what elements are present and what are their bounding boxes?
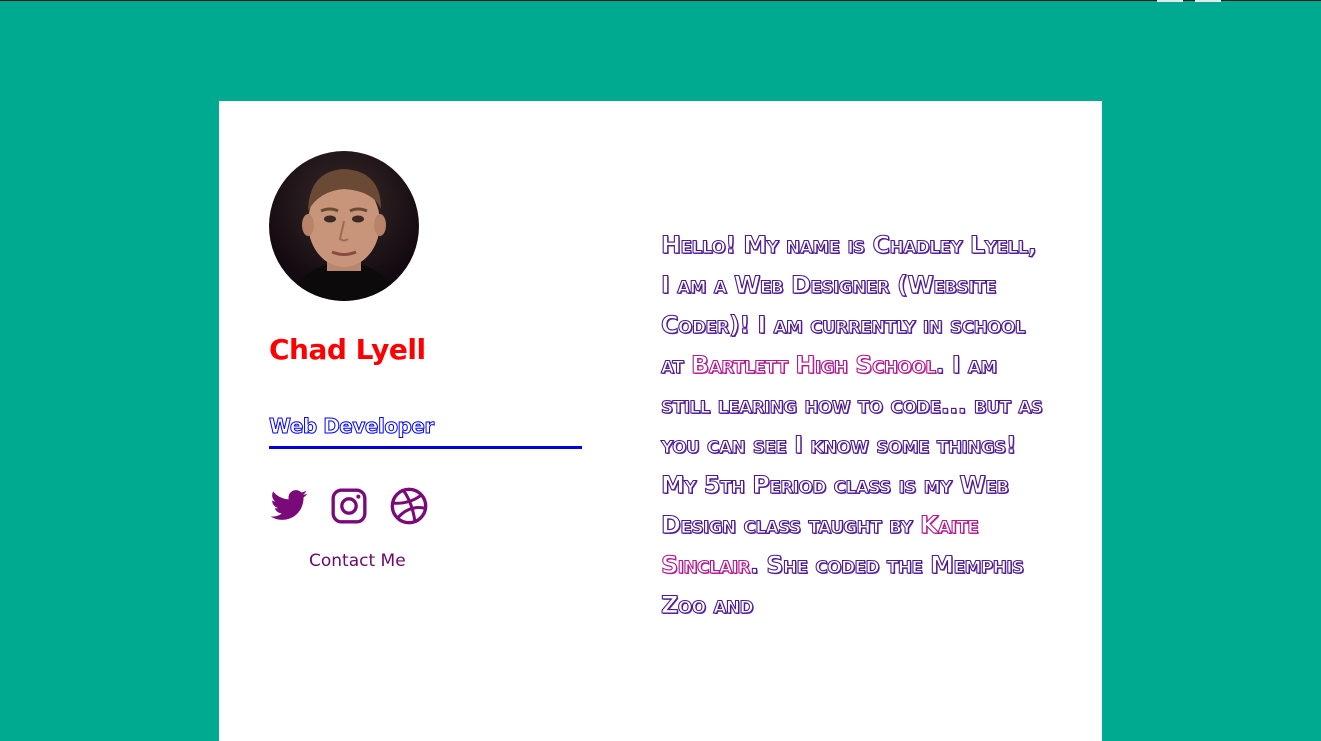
profile-card: Chad Lyell Web Developer Contact Me Hell — [219, 101, 1102, 741]
social-links — [269, 486, 429, 526]
profile-name: Chad Lyell — [269, 333, 426, 366]
avatar — [269, 151, 419, 301]
dribbble-icon — [390, 487, 428, 525]
twitter-icon — [270, 490, 308, 520]
school-name: Bartlett High School — [690, 350, 936, 379]
bio-part-2: . I am still learing how to code... but … — [660, 350, 1043, 539]
window-controls — [1157, 0, 1221, 2]
dribbble-link[interactable] — [389, 486, 429, 526]
window-control-mark — [1157, 0, 1183, 2]
profile-role: Web Developer — [269, 414, 582, 449]
instagram-link[interactable] — [329, 486, 369, 526]
avatar-photo — [289, 169, 399, 301]
contact-me-link[interactable]: Contact Me — [309, 551, 406, 571]
bio-text: Hello! My name is Chadley Lyell, I am a … — [660, 225, 1051, 625]
twitter-link[interactable] — [269, 486, 309, 526]
top-border-line — [0, 0, 1321, 1]
instagram-icon — [331, 488, 367, 524]
window-control-mark — [1195, 0, 1221, 2]
